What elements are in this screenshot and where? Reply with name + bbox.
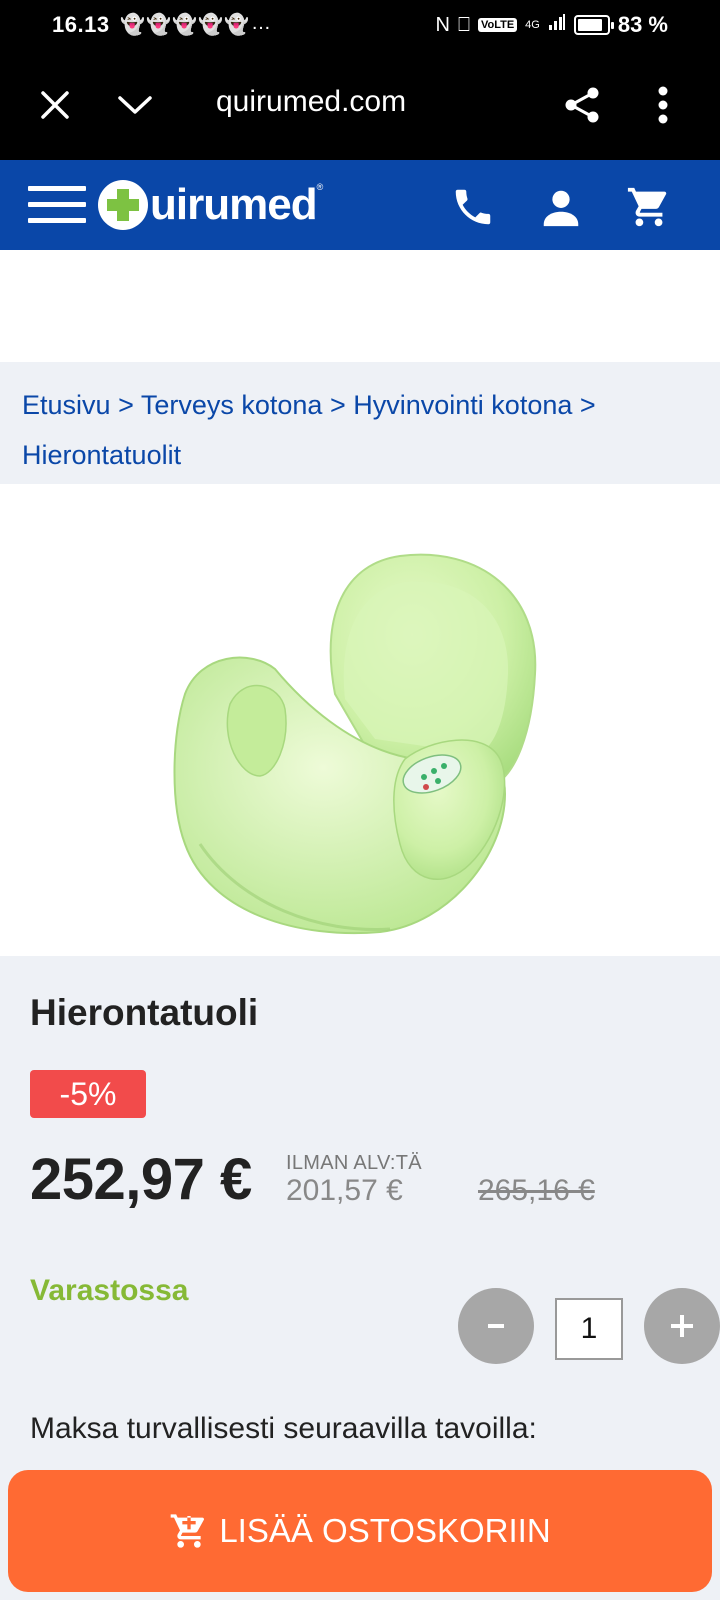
signal-icon — [548, 13, 566, 37]
close-icon — [41, 91, 69, 119]
decrease-quantity-button[interactable] — [458, 1288, 534, 1364]
user-icon — [543, 190, 579, 227]
product-image[interactable] — [0, 484, 720, 956]
snapchat-icon: 👻 — [120, 14, 145, 36]
add-to-cart-button[interactable]: LISÄÄ OSTOSKORIIN — [8, 1470, 712, 1592]
product-title: Hierontatuoli — [30, 992, 259, 1033]
cart-button[interactable] — [626, 184, 672, 230]
payment-methods-text: Maksa turvallisesti seuraavilla tavoilla… — [30, 1412, 537, 1445]
site-logo[interactable]: uirumed ® — [98, 170, 323, 240]
phone-button[interactable] — [450, 184, 496, 230]
breadcrumb-separator: > — [118, 390, 134, 420]
hamburger-menu-icon[interactable] — [28, 186, 86, 226]
breadcrumb-item-health-at-home[interactable]: Terveys kotona — [141, 390, 323, 420]
url-text[interactable]: quirumed.com — [216, 85, 406, 119]
old-price: 265,16 € — [478, 1174, 595, 1207]
snapchat-icon: 👻 — [198, 14, 223, 36]
vat-label: ILMAN ALV:TÄ — [286, 1152, 422, 1174]
discount-badge: -5% — [30, 1070, 146, 1118]
battery-icon — [573, 15, 614, 35]
collapse-button[interactable] — [108, 78, 162, 132]
quantity-input[interactable] — [555, 1298, 623, 1360]
more-vertical-icon — [658, 86, 668, 124]
increase-quantity-button[interactable] — [644, 1288, 720, 1364]
share-button[interactable] — [556, 78, 610, 132]
product-price: 252,97 € — [30, 1147, 252, 1212]
stock-status: Varastossa — [30, 1274, 189, 1307]
massage-chair-image — [173, 553, 537, 935]
vibrate-icon: ⎕ — [457, 13, 470, 36]
breadcrumb-separator: > — [579, 390, 596, 420]
browser-toolbar: quirumed.com — [0, 50, 720, 160]
more-options-button[interactable] — [636, 78, 690, 132]
status-bar: 16.13 👻 👻 👻 👻 👻 … N ⎕ VoLTE 4G 83 % — [0, 0, 720, 50]
add-to-cart-label: LISÄÄ OSTOSKORIIN — [219, 1512, 551, 1549]
account-button[interactable] — [538, 184, 584, 230]
registered-mark: ® — [316, 182, 324, 192]
notification-icons: 👻 👻 👻 👻 👻 … — [120, 12, 272, 37]
breadcrumb-item-wellbeing[interactable]: Hyvinvointi kotona — [353, 390, 572, 420]
volte-badge: VoLTE — [477, 18, 518, 32]
site-header: uirumed ® — [0, 160, 720, 250]
plus-icon — [671, 1315, 693, 1337]
minus-icon — [488, 1324, 504, 1328]
logo-text: uirumed — [150, 180, 318, 229]
add-to-cart-icon — [170, 1514, 205, 1548]
share-icon — [565, 87, 599, 123]
snapchat-icon: 👻 — [172, 14, 197, 36]
breadcrumb-item-massage-chairs[interactable]: Hierontatuolit — [22, 440, 181, 470]
battery-percent: 83 % — [617, 12, 668, 37]
status-right: N ⎕ VoLTE 4G 83 % — [436, 12, 669, 38]
breadcrumb-separator: > — [329, 390, 346, 420]
close-tab-button[interactable] — [28, 78, 82, 132]
network-label: 4G — [525, 19, 540, 31]
more-notifications-icon: … — [251, 12, 271, 34]
breadcrumb: Etusivu > Terveys kotona > Hyvinvointi k… — [0, 362, 720, 484]
phone-icon — [455, 189, 491, 225]
snapchat-icon: 👻 — [146, 14, 171, 36]
shopping-cart-icon — [627, 187, 667, 227]
status-time: 16.13 — [52, 12, 110, 37]
snapchat-icon: 👻 — [224, 14, 249, 36]
nfc-icon: N — [435, 13, 450, 36]
price-without-vat: 201,57 € — [286, 1174, 403, 1207]
chevron-down-icon — [118, 96, 152, 114]
logo-plus-icon — [98, 180, 148, 230]
breadcrumb-item-home[interactable]: Etusivu — [22, 390, 111, 420]
